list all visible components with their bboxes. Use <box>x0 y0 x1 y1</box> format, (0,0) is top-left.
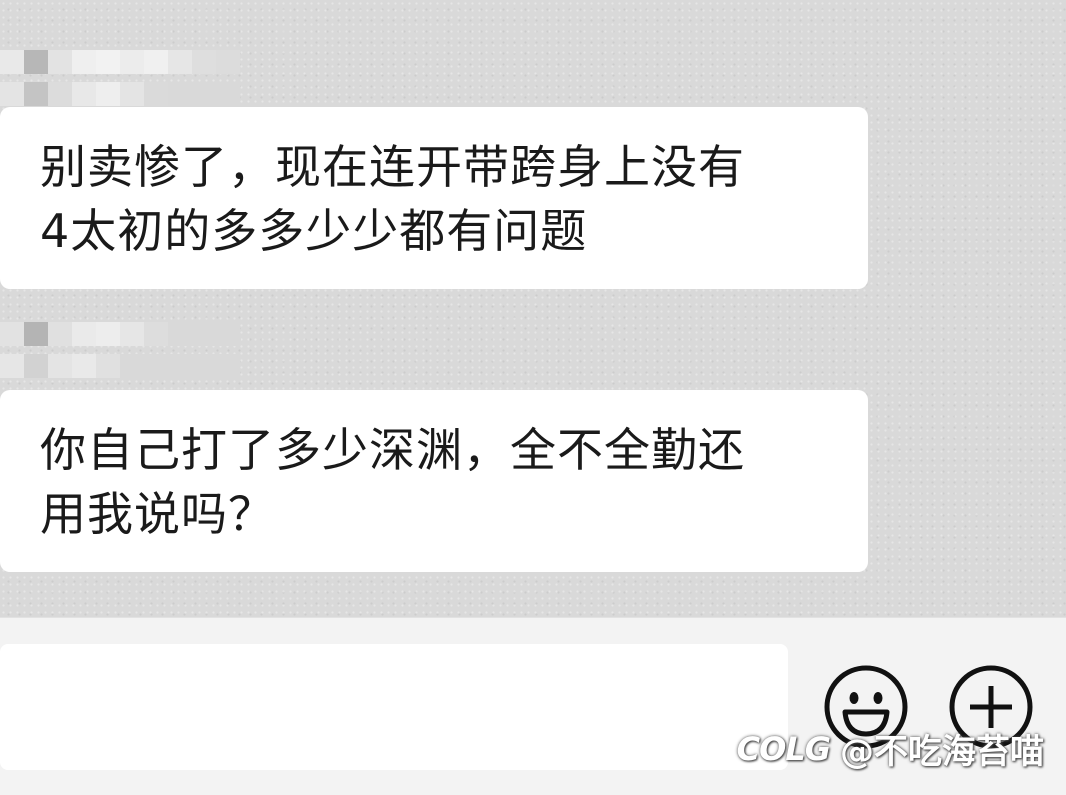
watermark: COLG @不吃海苔喵 <box>737 724 1044 773</box>
message-bubble[interactable]: 别卖惨了，现在连开带跨身上没有 4太初的多多少少都有问题 <box>0 107 868 289</box>
message-text: 别卖惨了，现在连开带跨身上没有 4太初的多多少少都有问题 <box>40 140 745 258</box>
message-text: 你自己打了多少深渊，全不全勤还 用我说吗？ <box>40 423 745 541</box>
sender-name-blurred <box>0 50 240 114</box>
watermark-handle: @不吃海苔喵 <box>840 732 1044 772</box>
input-bar: COLG @不吃海苔喵 <box>0 617 1066 795</box>
message-bubble[interactable]: 你自己打了多少深渊，全不全勤还 用我说吗？ <box>0 390 868 572</box>
sender-name-blurred <box>0 322 240 386</box>
chat-area[interactable]: 别卖惨了，现在连开带跨身上没有 4太初的多多少少都有问题 你自己打了多少深渊，全… <box>0 0 1066 617</box>
watermark-logo: COLG <box>736 729 831 768</box>
message-input[interactable] <box>0 644 788 770</box>
